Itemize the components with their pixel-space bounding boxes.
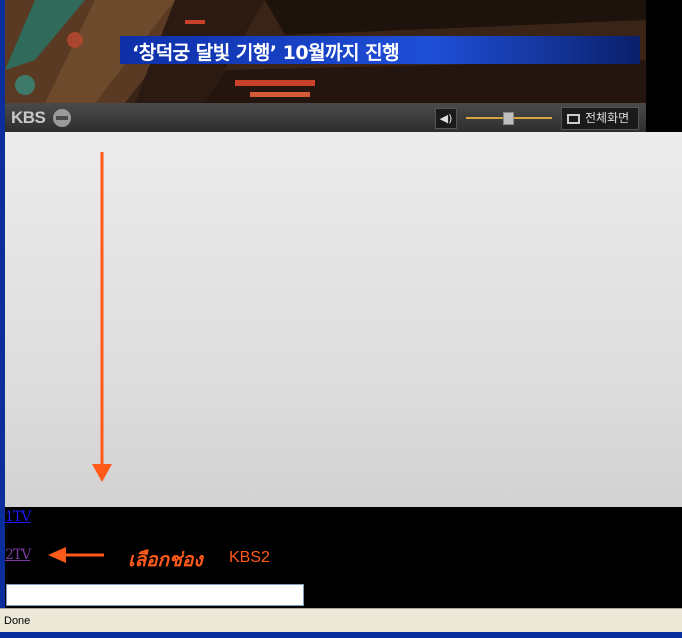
text-input[interactable]	[6, 584, 304, 606]
kbs-logo: KBS	[11, 108, 46, 127]
news-caption-text: ‘창덕궁 달빛 기행’ 10월까지 진행	[132, 42, 400, 64]
fullscreen-label: 전체화면	[585, 111, 630, 125]
volume-slider-thumb[interactable]	[503, 112, 514, 125]
video-frame[interactable]: ‘창덕궁 달빛 기행’ 10월까지 진행	[5, 0, 646, 103]
link-1tv[interactable]: 1TV	[5, 509, 31, 525]
annotation-channel-text: KBS2	[229, 549, 270, 566]
right-black-strip	[646, 0, 682, 132]
down-arrow-annotation	[92, 152, 112, 482]
kbs-logo-icon	[53, 109, 71, 127]
mute-button[interactable]: ◀)	[435, 108, 457, 129]
left-arrow-annotation	[48, 547, 104, 563]
fullscreen-icon	[567, 114, 580, 124]
annotation-thai-text: เลือกช่อง	[128, 549, 203, 571]
status-text: Done	[4, 615, 31, 627]
status-bar: Done	[0, 608, 682, 633]
window-bottom-border	[0, 632, 682, 638]
link-2tv[interactable]: 2TV	[5, 547, 31, 563]
news-caption-banner: ‘창덕궁 달빛 기행’ 10월까지 진행	[120, 36, 640, 64]
fullscreen-button[interactable]: 전체화면	[561, 107, 639, 130]
speaker-icon: ◀)	[439, 112, 453, 125]
player-control-bar: KBS ◀) 전체화면	[5, 103, 646, 132]
